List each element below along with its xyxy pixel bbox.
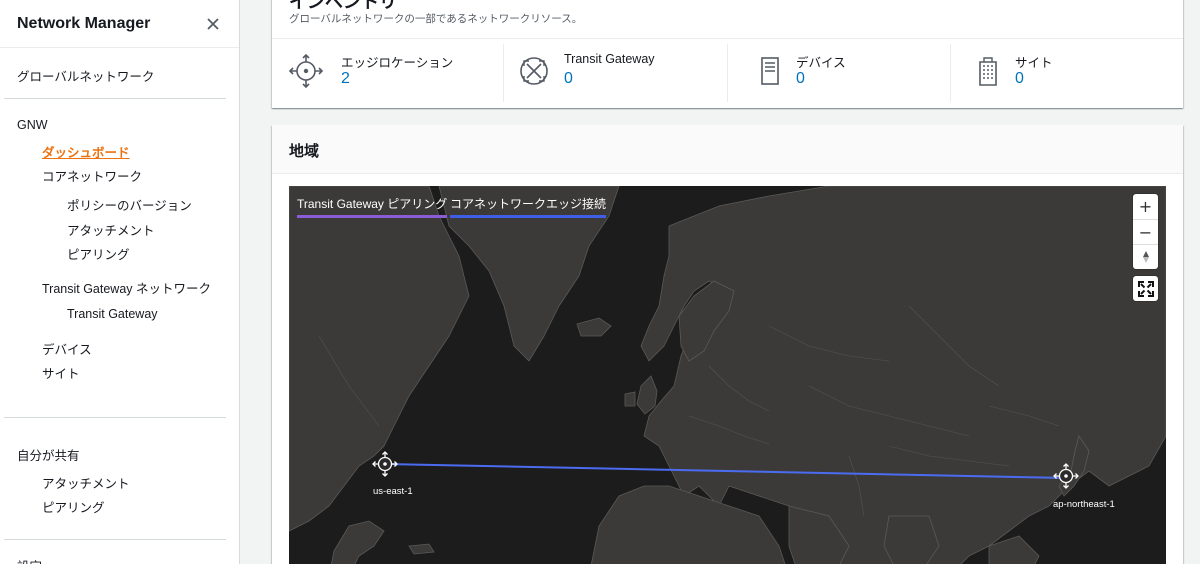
sidebar-header: Network Manager (0, 0, 239, 48)
sidebar-item-settings[interactable]: 設定 (17, 556, 42, 564)
sidebar-item-attachments[interactable]: アタッチメント (67, 220, 155, 239)
sidebar-divider (4, 98, 226, 99)
zoom-controls: + − (1133, 194, 1158, 269)
legend-swatch (450, 215, 607, 218)
site-icon (979, 57, 997, 86)
sidebar-item-core-network[interactable]: コアネットワーク (42, 166, 142, 185)
inventory-panel: インベントリ グローバルネットワークの一部であるネットワークリソース。 エッジロ… (272, 0, 1183, 108)
sidebar-item-shared-peerings[interactable]: ピアリング (42, 497, 105, 516)
zoom-in-button[interactable]: + (1133, 194, 1158, 219)
metric-value-link[interactable]: 2 (341, 70, 350, 88)
sidebar: Network Manager グローバルネットワーク GNW ダッシュボード … (0, 0, 240, 564)
sidebar-item-peerings[interactable]: ピアリング (67, 244, 130, 263)
world-map[interactable]: Transit Gateway ピアリング コアネットワークエッジ接続 + − … (289, 186, 1166, 564)
fullscreen-icon (1137, 280, 1154, 297)
sidebar-item-tgw-network[interactable]: Transit Gateway ネットワーク (42, 278, 211, 297)
compass-icon (1142, 251, 1149, 263)
legend-item-core-network-edge[interactable]: コアネットワークエッジ接続 (450, 195, 607, 218)
inventory-description: グローバルネットワークの一部であるネットワークリソース。 (289, 13, 583, 25)
sidebar-item-sites[interactable]: サイト (42, 363, 80, 382)
legend-swatch (297, 215, 448, 218)
sidebar-item-transit-gateway[interactable]: Transit Gateway (67, 307, 158, 321)
edge-location-icon (288, 53, 324, 89)
edge-location-marker-icon[interactable] (372, 451, 398, 477)
node-label-us-east-1: us-east-1 (373, 486, 413, 497)
metric-label: サイト (1015, 56, 1053, 70)
sidebar-title: Network Manager (17, 14, 151, 32)
region-title: 地域 (289, 143, 320, 160)
sidebar-divider (4, 539, 226, 540)
region-header: 地域 (272, 125, 1183, 174)
zoom-out-button[interactable]: − (1133, 219, 1158, 244)
sidebar-item-devices[interactable]: デバイス (42, 339, 92, 358)
metric-value-link[interactable]: 0 (564, 70, 573, 88)
close-icon[interactable] (205, 16, 221, 32)
metric-value-link[interactable]: 0 (796, 70, 805, 88)
metric-edge-locations: エッジロケーション 2 (272, 39, 503, 108)
sidebar-section-shared: 自分が共有 (17, 449, 80, 463)
metric-label: デバイス (796, 56, 846, 70)
fullscreen-button[interactable] (1133, 276, 1158, 301)
sidebar-item-shared-attachments[interactable]: アタッチメント (42, 473, 130, 492)
reset-north-button[interactable] (1133, 244, 1158, 269)
legend-label: コアネットワークエッジ接続 (450, 197, 607, 211)
metric-devices: デバイス 0 (728, 39, 950, 108)
fullscreen-control (1133, 276, 1158, 301)
metric-value-link[interactable]: 0 (1015, 70, 1024, 88)
sidebar-divider (4, 417, 226, 418)
device-icon (761, 57, 779, 85)
metric-sites: サイト 0 (951, 39, 1183, 108)
metric-label: エッジロケーション (341, 56, 454, 70)
node-label-ap-northeast-1: ap-northeast-1 (1053, 499, 1115, 510)
sidebar-section-gnw: GNW (17, 118, 48, 132)
sidebar-item-dashboard[interactable]: ダッシュボード (42, 142, 130, 161)
metric-transit-gateways: Transit Gateway 0 (504, 39, 727, 108)
world-map-land (289, 186, 1166, 564)
metric-label: Transit Gateway (564, 52, 655, 66)
legend-item-tgw-peering[interactable]: Transit Gateway ピアリング (297, 195, 448, 218)
legend-label: Transit Gateway ピアリング (297, 197, 448, 211)
edge-location-marker-icon[interactable] (1053, 463, 1079, 489)
sidebar-item-policy-versions[interactable]: ポリシーのバージョン (67, 195, 192, 214)
transit-gateway-icon (520, 57, 548, 85)
sidebar-item-global-network[interactable]: グローバルネットワーク (17, 66, 154, 85)
